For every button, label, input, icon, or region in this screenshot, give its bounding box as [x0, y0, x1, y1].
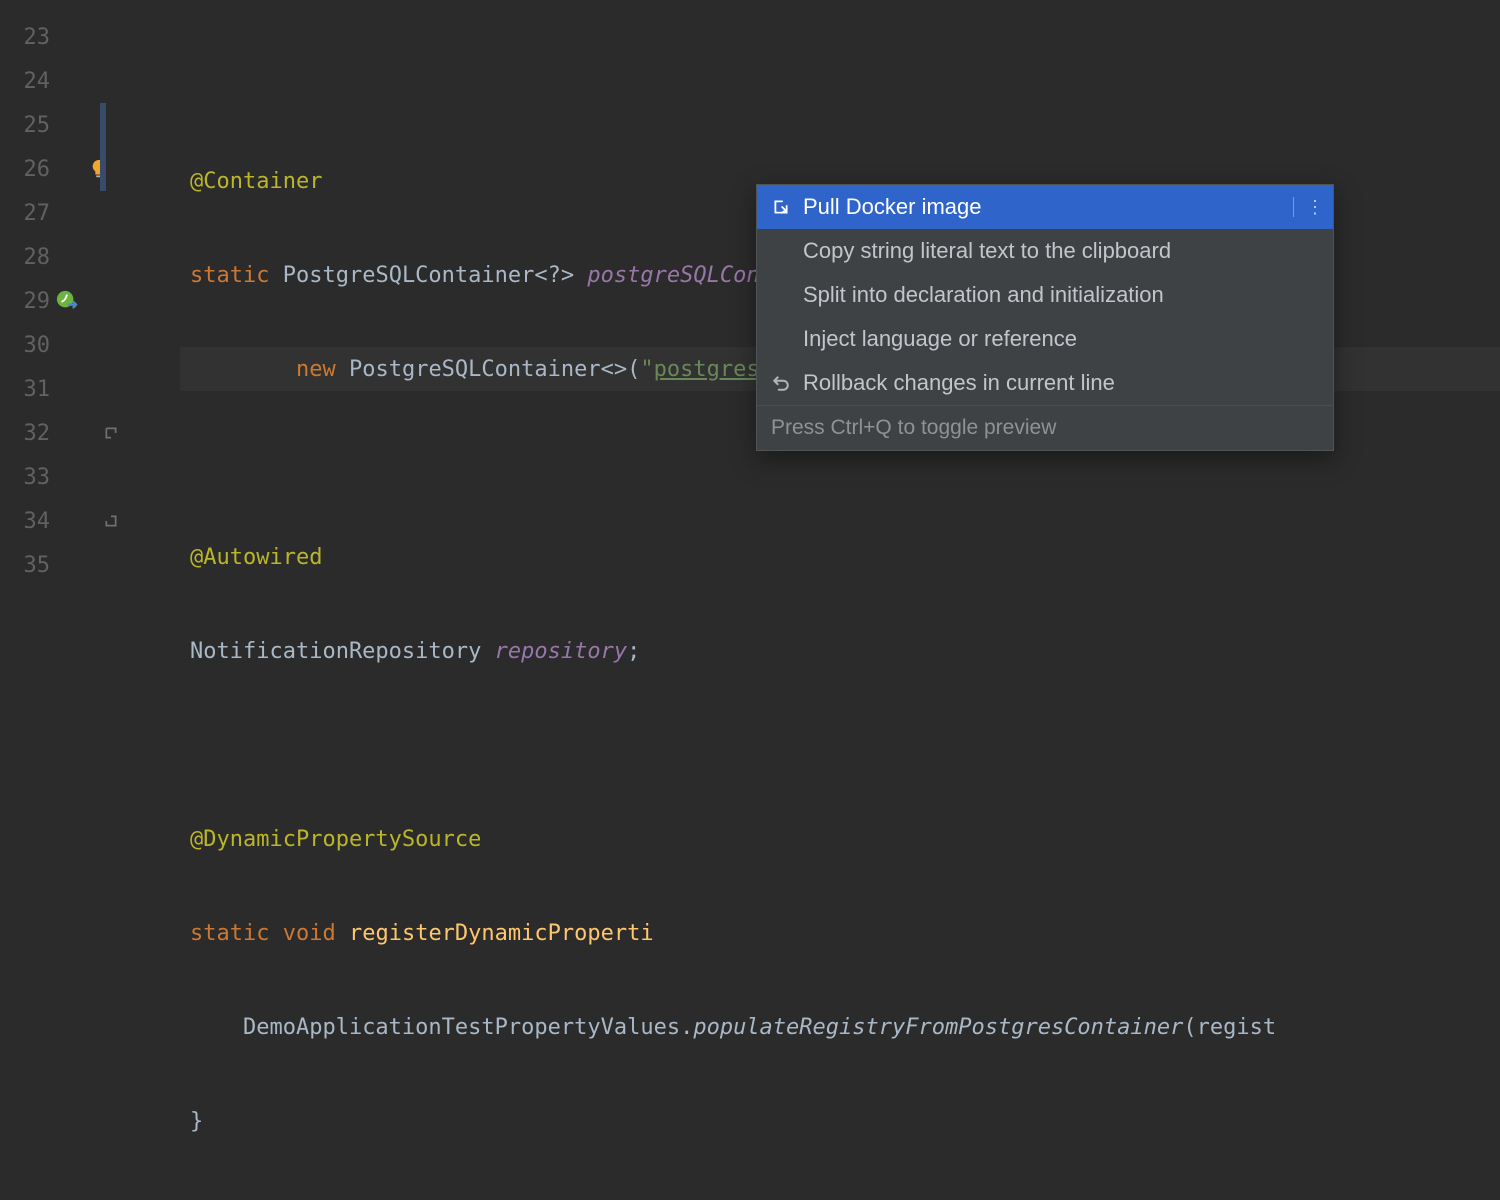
- type: NotificationRepository: [190, 639, 481, 664]
- line-number: 32: [0, 421, 50, 446]
- code-line[interactable]: [180, 65, 1500, 109]
- line-number: 35: [0, 553, 50, 578]
- intention-action-pull-docker-image[interactable]: Pull Docker image ⋮: [757, 185, 1333, 229]
- intention-label: Copy string literal text to the clipboar…: [803, 238, 1171, 264]
- download-icon: [769, 198, 793, 216]
- fold-start-icon[interactable]: [100, 422, 122, 444]
- line-number: 28: [0, 245, 50, 270]
- intention-label: Pull Docker image: [803, 194, 982, 220]
- keyword: void: [283, 921, 336, 946]
- line-number: 34: [0, 509, 50, 534]
- spring-bean-icon[interactable]: [56, 290, 78, 312]
- keyword: static: [190, 263, 269, 288]
- more-options-icon[interactable]: ⋮: [1306, 198, 1321, 216]
- line-number: 31: [0, 377, 50, 402]
- code-line[interactable]: DemoApplicationTestPropertyValues.popula…: [180, 1005, 1500, 1049]
- line-number: 24: [0, 69, 50, 94]
- intention-label: Inject language or reference: [803, 326, 1077, 352]
- line-number: 33: [0, 465, 50, 490]
- intention-actions-popup: Pull Docker image ⋮ Copy string literal …: [756, 184, 1334, 451]
- intention-label: Split into declaration and initializatio…: [803, 282, 1164, 308]
- code-line[interactable]: [180, 1193, 1500, 1200]
- line-number: 25: [0, 113, 50, 138]
- intention-action-rollback-changes[interactable]: Rollback changes in current line: [757, 361, 1333, 405]
- code-line[interactable]: static void registerDynamicProperti: [180, 911, 1500, 955]
- annotation: @Container: [190, 169, 322, 194]
- popup-hint: Press Ctrl+Q to toggle preview: [757, 405, 1333, 450]
- separator: [1293, 197, 1294, 217]
- vcs-change-marker[interactable]: [100, 147, 106, 191]
- line-number: 26: [0, 157, 50, 182]
- keyword: static: [190, 921, 269, 946]
- gutter-row[interactable]: 25: [0, 103, 180, 147]
- gutter-row[interactable]: 31: [0, 367, 180, 411]
- line-number: 29: [0, 289, 50, 314]
- gutter-row[interactable]: 24: [0, 59, 180, 103]
- intention-action-split-declaration[interactable]: Split into declaration and initializatio…: [757, 273, 1333, 317]
- gutter-row[interactable]: 35: [0, 543, 180, 587]
- gutter-row[interactable]: 29: [0, 279, 180, 323]
- fold-end-icon[interactable]: [100, 510, 122, 532]
- argument: regist: [1197, 1015, 1276, 1040]
- type: PostgreSQLContainer: [349, 357, 601, 382]
- gutter-row[interactable]: 34: [0, 499, 180, 543]
- type: DemoApplicationTestPropertyValues: [243, 1015, 680, 1040]
- intention-label: Rollback changes in current line: [803, 370, 1115, 396]
- code-line[interactable]: [180, 723, 1500, 767]
- line-number: 27: [0, 201, 50, 226]
- gutter-row[interactable]: 32: [0, 411, 180, 455]
- gutter-row[interactable]: 27: [0, 191, 180, 235]
- gutter: 23 24 25 26: [0, 0, 180, 600]
- keyword: new: [296, 357, 336, 382]
- code-line[interactable]: NotificationRepository repository;: [180, 629, 1500, 673]
- type: PostgreSQLContainer: [283, 263, 535, 288]
- line-number: 30: [0, 333, 50, 358]
- gutter-row[interactable]: 26: [0, 147, 180, 191]
- field-name: repository: [495, 639, 627, 664]
- method-call: populateRegistryFromPostgresContainer: [693, 1015, 1183, 1040]
- intention-action-inject-language[interactable]: Inject language or reference: [757, 317, 1333, 361]
- lightbulb-icon[interactable]: [88, 158, 110, 180]
- method-name: registerDynamicProperti: [349, 921, 654, 946]
- line-number: 23: [0, 25, 50, 50]
- annotation: @DynamicPropertySource: [190, 827, 481, 852]
- vcs-change-marker[interactable]: [100, 103, 106, 147]
- intention-action-copy-string-literal[interactable]: Copy string literal text to the clipboar…: [757, 229, 1333, 273]
- gutter-row[interactable]: 30: [0, 323, 180, 367]
- gutter-row[interactable]: 28: [0, 235, 180, 279]
- gutter-row[interactable]: 23: [0, 15, 180, 59]
- code-line[interactable]: @DynamicPropertySource: [180, 817, 1500, 861]
- code-line[interactable]: }: [180, 1099, 1500, 1143]
- gutter-row[interactable]: 33: [0, 455, 180, 499]
- code-line[interactable]: @Autowired: [180, 535, 1500, 579]
- annotation: @Autowired: [190, 545, 322, 570]
- rollback-icon: [769, 374, 793, 392]
